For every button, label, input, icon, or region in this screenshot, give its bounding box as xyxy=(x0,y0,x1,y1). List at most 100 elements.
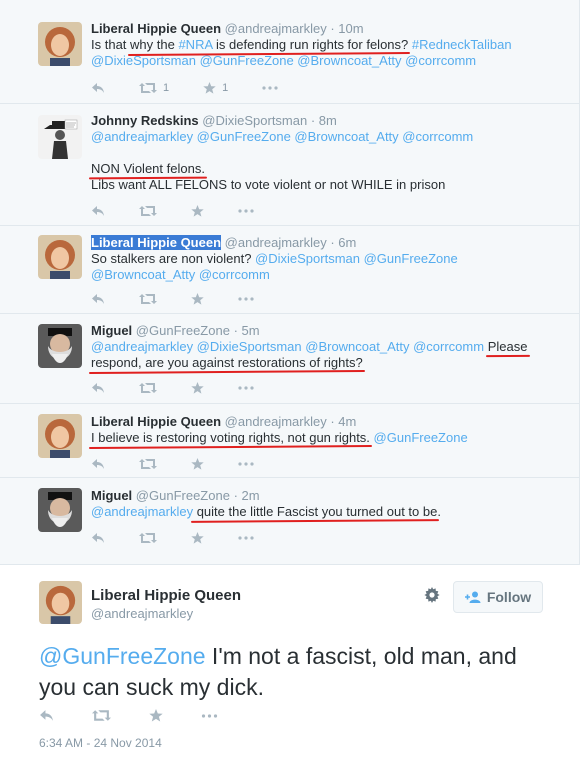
avatar[interactable] xyxy=(38,324,82,368)
avatar[interactable] xyxy=(38,488,82,532)
tweet-time[interactable]: · 2m xyxy=(234,488,260,503)
underlined-text: why the #NRA is defending run rights for… xyxy=(130,37,408,52)
favorite-count: 1 xyxy=(222,82,229,94)
reply-icon[interactable] xyxy=(91,205,105,217)
user-name[interactable]: Liberal Hippie Queen xyxy=(91,21,221,36)
favorite-star-icon[interactable] xyxy=(191,532,204,544)
tweet-text-large: @GunFreeZone I'm not a fascist, old man,… xyxy=(39,641,559,703)
more-icon[interactable] xyxy=(238,297,254,301)
tweet-time[interactable]: · 4m xyxy=(330,414,356,429)
mention-links[interactable]: @andreajmarkley @GunFreeZone @Browncoat_… xyxy=(91,129,473,144)
mention-links[interactable]: @Browncoat_Atty @corrcomm xyxy=(91,267,270,282)
mention-links[interactable]: @andreajmarkley @DixieSportsman @Brownco… xyxy=(91,339,488,354)
follow-button[interactable]: Follow xyxy=(453,581,543,613)
favorite-star-icon[interactable] xyxy=(191,458,204,470)
tweet-text: So stalkers are non violent? @DixieSport… xyxy=(91,251,569,283)
reply-icon[interactable] xyxy=(91,82,105,94)
avatar[interactable] xyxy=(38,414,82,458)
avatar[interactable] xyxy=(39,581,82,624)
hashtag-link[interactable]: #NRA xyxy=(178,37,212,52)
tweet[interactable]: Liberal Hippie Queen @andreajmarkley · 1… xyxy=(0,0,579,104)
tweet-timestamp[interactable]: 6:34 AM - 24 Nov 2014 xyxy=(39,736,162,750)
more-icon[interactable] xyxy=(238,536,254,540)
tweet[interactable]: Liberal Hippie Queen @andreajmarkley · 4… xyxy=(0,404,579,478)
tweet-actions xyxy=(91,203,288,219)
avatar[interactable] xyxy=(38,235,82,279)
favorite-star-icon[interactable] xyxy=(191,382,204,394)
user-name-selected[interactable]: Liberal Hippie Queen xyxy=(91,235,222,250)
user-handle[interactable]: @andreajmarkley xyxy=(225,414,327,429)
retweet-icon[interactable] xyxy=(139,382,157,394)
mention-link[interactable]: @GunFreeZone xyxy=(39,643,206,669)
reply-icon[interactable] xyxy=(91,382,105,394)
text-segment: is defending run rights for felons? xyxy=(212,37,409,52)
more-icon[interactable] xyxy=(238,209,254,213)
tweet-text: @andreajmarkley @GunFreeZone @Browncoat_… xyxy=(91,129,569,193)
user-handle[interactable]: @GunFreeZone xyxy=(136,323,230,338)
user-handle[interactable]: @andreajmarkley xyxy=(91,606,193,621)
user-name[interactable]: Miguel xyxy=(91,323,132,338)
retweet-icon[interactable] xyxy=(139,293,157,305)
tweet-actions xyxy=(91,456,288,472)
tweet-time[interactable]: · 5m xyxy=(234,323,260,338)
reply-icon[interactable] xyxy=(91,532,105,544)
more-icon[interactable] xyxy=(262,86,278,90)
hashtag-link[interactable]: #RedneckTaliban xyxy=(408,37,512,52)
mention-links[interactable]: @DixieSportsman @GunFreeZone xyxy=(255,251,458,266)
tweet-actions xyxy=(91,380,288,396)
tweet-actions xyxy=(91,530,288,546)
reply-icon[interactable] xyxy=(91,293,105,305)
user-name[interactable]: Liberal Hippie Queen xyxy=(91,414,221,429)
retweet-count: 1 xyxy=(163,82,170,94)
avatar[interactable] xyxy=(38,22,82,66)
retweet-icon[interactable] xyxy=(139,532,157,544)
user-handle[interactable]: @GunFreeZone xyxy=(136,488,230,503)
tweet-text: I believe is restoring voting rights, no… xyxy=(91,430,569,446)
follow-person-icon xyxy=(464,591,481,603)
tweet[interactable]: Miguel @GunFreeZone · 5m @andreajmarkley… xyxy=(0,314,579,404)
text-segment: . xyxy=(437,504,441,519)
more-icon[interactable] xyxy=(238,462,254,466)
follow-label: Follow xyxy=(486,589,532,605)
retweet-icon[interactable] xyxy=(92,709,111,722)
text-segment: So stalkers are non violent? xyxy=(91,251,256,266)
user-name[interactable]: Miguel xyxy=(91,488,132,503)
avatar[interactable] xyxy=(38,115,82,159)
gear-icon[interactable] xyxy=(424,587,440,608)
underlined-text: respond, are you against restorations of… xyxy=(91,355,363,370)
tweet-text: Is that why the #NRA is defending run ri… xyxy=(91,37,569,69)
user-handle[interactable]: @andreajmarkley xyxy=(225,21,327,36)
tweet-time[interactable]: · 10m xyxy=(330,21,363,36)
mention-links[interactable]: @GunFreeZone xyxy=(370,430,468,445)
user-handle[interactable]: @andreajmarkley xyxy=(225,235,327,250)
underlined-text: I believe is restoring voting rights, no… xyxy=(91,430,370,445)
text-segment: why the xyxy=(130,37,179,52)
user-handle[interactable]: @DixieSportsman xyxy=(202,113,307,128)
user-name[interactable]: Liberal Hippie Queen xyxy=(91,587,241,604)
tweet[interactable]: Johnny Redskins @DixieSportsman · 8m @an… xyxy=(0,104,579,226)
retweet-icon[interactable]: 1 xyxy=(139,82,169,94)
more-icon[interactable] xyxy=(238,386,254,390)
tweet-text: @andreajmarkley quite the little Fascist… xyxy=(91,504,569,520)
favorite-star-icon[interactable] xyxy=(191,293,204,305)
favorite-star-icon[interactable]: 1 xyxy=(203,82,228,94)
retweet-icon[interactable] xyxy=(139,458,157,470)
tweet-header: Johnny Redskins @DixieSportsman · 8m xyxy=(91,112,569,129)
conversation-view: Liberal Hippie Queen @andreajmarkley · 1… xyxy=(0,0,580,770)
user-name[interactable]: Johnny Redskins xyxy=(91,113,199,128)
tweet-header: Liberal Hippie Queen @andreajmarkley · 1… xyxy=(91,20,569,37)
underlined-text: NON Violent felons. xyxy=(91,161,205,176)
reply-icon[interactable] xyxy=(91,458,105,470)
tweet[interactable]: Miguel @GunFreeZone · 2m @andreajmarkley… xyxy=(0,478,579,564)
favorite-star-icon[interactable] xyxy=(191,205,204,217)
tweet-time[interactable]: · 8m xyxy=(311,113,337,128)
favorite-star-icon[interactable] xyxy=(149,709,163,722)
tweet[interactable]: Liberal Hippie Queen @andreajmarkley · 6… xyxy=(0,226,579,314)
more-icon[interactable] xyxy=(201,713,218,718)
mention-links[interactable]: @andreajmarkley xyxy=(91,504,193,519)
reply-icon[interactable] xyxy=(39,709,54,722)
tweet-time[interactable]: · 6m xyxy=(330,235,356,250)
retweet-icon[interactable] xyxy=(139,205,157,217)
tweet-header: Miguel @GunFreeZone · 5m xyxy=(91,322,569,339)
tweet-actions: 1 1 xyxy=(91,80,312,96)
